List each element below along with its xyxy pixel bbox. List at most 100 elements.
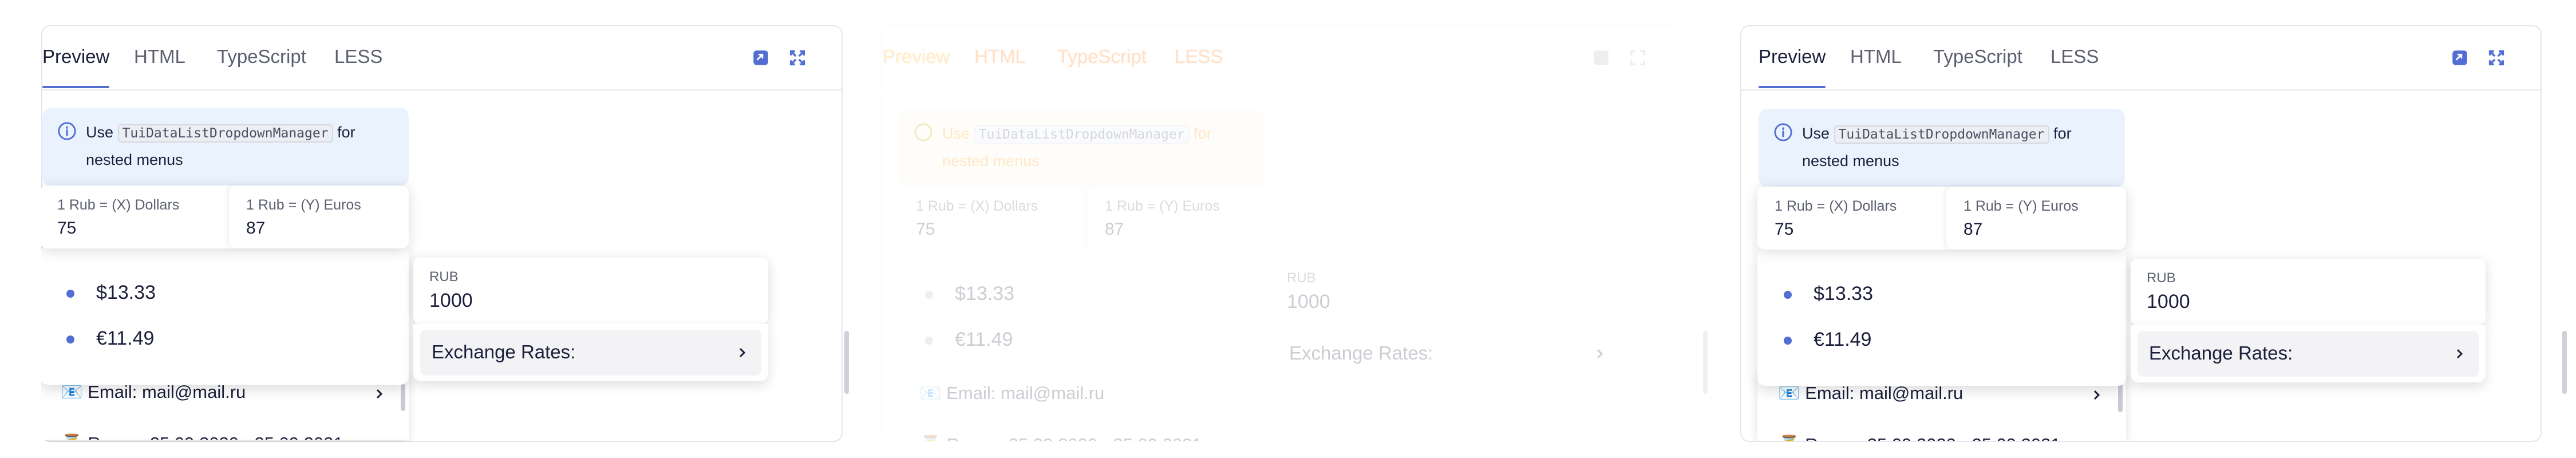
resize-handle[interactable] <box>2562 331 2567 394</box>
dropdown-item-label: €11.49 <box>96 327 155 349</box>
field-label: 1 Rub = (X) Dollars <box>57 197 180 213</box>
rub-field[interactable]: RUB 1000 <box>2131 259 2486 325</box>
dropdown-item-label: €11.49 <box>955 329 1013 350</box>
menu-item-email[interactable]: 📧 Email: mail@mail.ru <box>899 372 1254 418</box>
tab-typescript[interactable]: TypeScript <box>1933 46 2022 68</box>
tab-html[interactable]: HTML <box>1850 46 1902 68</box>
field-label: 1 Rub = (Y) Euros <box>246 197 361 213</box>
field-label: RUB <box>2147 270 2176 286</box>
currency-dropdown: $13.33 €11.49 <box>899 250 1267 386</box>
dropdown-item-usd[interactable]: $13.33 <box>41 270 406 316</box>
resize-handle[interactable] <box>844 331 849 394</box>
copy-link-icon[interactable] <box>1591 48 1611 68</box>
tab-bar: Preview HTML TypeScript LESS <box>883 26 1682 90</box>
resize-handle[interactable] <box>1703 331 1708 394</box>
field-value: 1000 <box>429 290 473 311</box>
dropdown-item-eur[interactable]: €11.49 <box>899 317 1265 363</box>
menu-item-label: ⏳ Range: 25.09.2020 - 25.09.2021 <box>61 433 343 440</box>
notice-text: Use TuiDataListDropdownManager for neste… <box>1802 120 2111 174</box>
menu-item-label: 📧 Email: mail@mail.ru <box>919 383 1105 403</box>
chevron-right-icon <box>2089 440 2103 441</box>
tab-typescript[interactable]: TypeScript <box>1057 46 1147 68</box>
rate-dollars-field[interactable]: 1 Rub = (X) Dollars 75 <box>41 185 222 248</box>
dropdown-item-usd[interactable]: $13.33 <box>899 271 1265 317</box>
field-value: 87 <box>1963 220 1983 239</box>
dropdown-item-label: €11.49 <box>1814 329 1872 350</box>
menu-item-range[interactable]: ⏳ Range: 25.09.2020 - 25.09.2021 <box>899 424 1254 441</box>
rate-dollars-field[interactable]: 1 Rub = (X) Dollars 75 <box>899 187 1081 250</box>
fullscreen-icon[interactable] <box>1628 48 1647 68</box>
tab-preview[interactable]: Preview <box>1759 46 1826 88</box>
field-label: 1 Rub = (X) Dollars <box>1775 198 1897 214</box>
dropdown-item-label: $13.33 <box>955 283 1014 305</box>
field-label: RUB <box>429 269 459 285</box>
menu-item-label: ⏳ Range: 25.09.2020 - 25.09.2021 <box>919 434 1202 441</box>
rate-dollars-field[interactable]: 1 Rub = (X) Dollars 75 <box>1757 187 1939 250</box>
field-label: RUB <box>1287 270 1316 286</box>
currency-dropdown: $13.33 €11.49 <box>1757 250 2126 386</box>
bullet-icon <box>1784 291 1792 299</box>
field-value: 1000 <box>2147 291 2190 313</box>
notice-banner: Use TuiDataListDropdownManager for neste… <box>899 109 1265 188</box>
nested-menu: 📧 Email: mail@mail.ru ⏳ Range: 25.09.202… <box>899 372 1267 441</box>
bullet-icon <box>66 335 74 344</box>
menu-item-range[interactable]: ⏳ Range: 25.09.2020 - 25.09.2021 <box>1757 424 2112 441</box>
menu-item-label: ⏳ Range: 25.09.2020 - 25.09.2021 <box>1778 434 2061 441</box>
chevron-right-icon <box>2456 349 2463 359</box>
field-value: 75 <box>1775 220 1794 239</box>
rates-group: 1 Rub = (X) Dollars 75 1 Rub = (Y) Euros… <box>1757 187 2126 250</box>
info-icon <box>1774 123 1792 141</box>
bullet-icon <box>66 290 74 298</box>
dropdown-item-eur[interactable]: €11.49 <box>1757 317 2124 363</box>
rates-group: 1 Rub = (X) Dollars 75 1 Rub = (Y) Euros… <box>899 187 1267 250</box>
exchange-rates-item[interactable]: Exchange Rates: <box>420 330 761 376</box>
rate-euros-field[interactable]: 1 Rub = (Y) Euros 87 <box>1946 187 2126 250</box>
notice-banner: Use TuiDataListDropdownManager for neste… <box>42 108 409 187</box>
currency-dropdown: $13.33 €11.49 <box>41 248 409 385</box>
tab-less[interactable]: LESS <box>1175 46 1223 68</box>
dropdown-item-label: $13.33 <box>1814 283 1873 305</box>
exchange-rates-label: Exchange Rates: <box>2149 342 2293 364</box>
exchange-menu: Exchange Rates: <box>2131 325 2486 382</box>
notice-prefix: Use <box>1802 125 1830 142</box>
field-value: 87 <box>1105 220 1124 239</box>
exchange-rates-item[interactable]: Exchange Rates: <box>1278 331 1619 377</box>
dropdown-item-eur[interactable]: €11.49 <box>41 316 406 362</box>
bullet-icon <box>925 291 933 299</box>
chevron-right-icon <box>739 348 746 358</box>
copy-link-icon[interactable] <box>2450 48 2470 68</box>
exchange-rates-label: Exchange Rates: <box>432 341 576 362</box>
rate-euros-field[interactable]: 1 Rub = (Y) Euros 87 <box>229 185 409 248</box>
notice-code: TuiDataListDropdownManager <box>117 124 333 143</box>
notice-prefix: Use <box>86 124 114 141</box>
tab-bar: Preview HTML TypeScript LESS <box>1741 26 2541 90</box>
exchange-rates-item[interactable]: Exchange Rates: <box>2138 331 2479 377</box>
rub-field[interactable]: RUB 1000 <box>413 258 768 324</box>
menu-item-range[interactable]: ⏳ Range: 25.09.2020 - 25.09.2021 <box>41 423 395 440</box>
dropdown-item-usd[interactable]: $13.33 <box>1757 271 2124 317</box>
scrollbar[interactable] <box>2118 382 2123 412</box>
fullscreen-icon[interactable] <box>2487 48 2506 68</box>
rub-field[interactable]: RUB 1000 <box>1271 259 1626 325</box>
notice-text: Use TuiDataListDropdownManager for neste… <box>86 119 395 173</box>
exchange-rates-label: Exchange Rates: <box>1289 342 1433 364</box>
chevron-right-icon <box>1597 349 1603 359</box>
notice-text: Use TuiDataListDropdownManager for neste… <box>942 120 1251 174</box>
dropdown-item-label: $13.33 <box>96 282 156 303</box>
demo-panel-ghost: Preview HTML TypeScript LESS Use TuiData… <box>882 25 1683 442</box>
rate-euros-field[interactable]: 1 Rub = (Y) Euros 87 <box>1088 187 1267 250</box>
exchange-menu: Exchange Rates: <box>413 324 768 381</box>
scrollbar[interactable] <box>401 381 405 411</box>
chevron-right-icon <box>376 389 383 399</box>
demo-content: Use TuiDataListDropdownManager for neste… <box>41 25 843 442</box>
info-icon <box>914 123 933 141</box>
rates-group: 1 Rub = (X) Dollars 75 1 Rub = (Y) Euros… <box>41 185 409 248</box>
notice-banner: Use TuiDataListDropdownManager for neste… <box>1759 109 2125 188</box>
tab-less[interactable]: LESS <box>2050 46 2099 68</box>
field-label: 1 Rub = (Y) Euros <box>1963 198 2079 214</box>
notice-prefix: Use <box>942 125 970 142</box>
demo-panel: Preview HTML TypeScript LESS Use TuiData… <box>1740 25 2542 442</box>
tab-preview[interactable]: Preview <box>883 46 950 68</box>
tab-html[interactable]: HTML <box>974 46 1026 68</box>
field-value: 1000 <box>1287 291 1330 313</box>
